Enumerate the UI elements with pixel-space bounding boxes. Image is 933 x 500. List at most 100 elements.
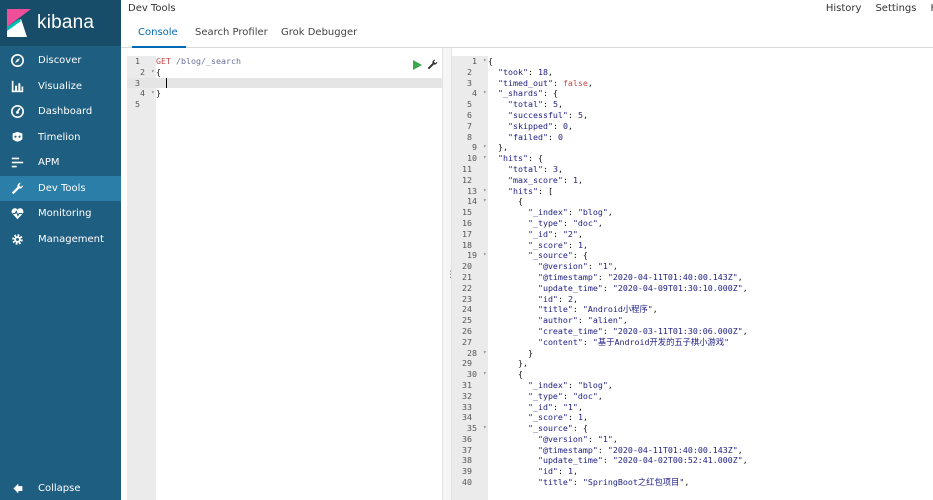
code-token: , [557,99,563,110]
code-token: false [562,77,588,88]
kibana-logo[interactable]: kibana [0,0,121,46]
sidebar-item-discover[interactable]: Discover [0,48,121,74]
tab-search-profiler[interactable]: Search Profiler [195,27,268,38]
code-line: "_id": "2", [488,229,933,240]
sidebar-item-label: Discover [38,55,82,67]
sidebar-item-label: Management [38,233,104,245]
code-token: "基于Android开发的五子棋小游戏" [592,336,730,347]
code-token: , [587,77,593,88]
line-number: 23 [462,293,482,304]
code-token: "doc" [572,217,598,228]
response-viewer[interactable]: 1 ▾ 2 3 4 ▾ 5 6 7 8 9 ▾ 10 ▾ 11 12 13 ▾ 14 ▾ 1… [452,56,933,500]
code-token: "2" [562,228,578,239]
line-number: 40 [462,477,482,488]
code-token: "Android小程序" [582,304,653,315]
code-token: { [156,66,161,77]
sidebar: kibana Discover Visualize Dashboard Time… [0,0,121,500]
tab-grok-debugger[interactable]: Grok Debugger [281,27,357,38]
response-code[interactable]: { "took": 18, "timed_out": false, "_shar… [488,56,933,500]
fold-toggle-icon[interactable]: ▾ [483,348,487,359]
code-line: "create_time": "2020-03-11T01:30:06.000Z… [488,326,933,337]
sidebar-nav: Discover Visualize Dashboard Timelion AP… [0,48,121,252]
fold-toggle-icon[interactable]: ▾ [483,153,487,164]
send-request-icon[interactable] [412,60,422,70]
code-token: "successful" [488,109,568,120]
fold-toggle-icon[interactable]: ▾ [483,196,487,207]
fold-toggle-icon[interactable]: ▾ [483,142,487,153]
code-token: "total" [488,163,543,174]
code-line: "skipped": 0, [488,121,933,132]
line-number: 24 [462,304,482,315]
code-token: GET [156,56,171,66]
code-token: : { [527,153,543,164]
fold-toggle-icon[interactable]: ▾ [483,250,487,261]
tab-console[interactable]: Console [138,27,178,38]
code-token: "failed" [488,131,548,142]
code-token: "_index" [488,379,568,390]
text-cursor [166,78,167,89]
code-token: : [602,325,613,336]
code-token: : [567,207,578,218]
code-line: "successful": 5, [488,110,933,121]
code-token: : [552,77,563,88]
request-options-wrench-icon[interactable] [427,59,438,70]
line-number: 29 [462,358,482,369]
code-token: "_index" [488,207,568,218]
code-token: , [582,239,588,250]
code-token: : [542,163,553,174]
fold-toggle-icon[interactable]: ▾ [483,186,487,197]
line-number: 16 [462,217,482,228]
code-token: "2020-04-02T00:52:41.000Z" [612,455,743,466]
line-number: 13 ▾ [467,185,487,197]
pane-resizer[interactable]: ⋮ [442,48,455,500]
code-token: "id" [488,466,558,477]
request-editor[interactable]: 1 2 ▾ 3 4 ▾ 5 GET /blog/_search{ } [127,56,442,500]
line-number: 2 [467,66,482,77]
line-number: 3 [467,77,482,88]
collapse-button[interactable]: Collapse [11,482,81,495]
fold-toggle-icon[interactable]: ▾ [483,423,487,434]
code-token: { [488,196,523,207]
code-token: "@timestamp" [488,271,598,282]
code-line: "_score": 1, [488,412,933,423]
line-number: 21 [462,271,482,282]
sidebar-item-dashboard[interactable]: Dashboard [0,99,121,125]
sidebar-item-timelion[interactable]: Timelion [0,125,121,151]
code-line: "update_time": "2020-04-02T00:52:41.000Z… [488,455,933,466]
sidebar-item-dev-tools[interactable]: Dev Tools [0,175,121,201]
history-link[interactable]: History [826,3,862,14]
fold-toggle-icon[interactable]: ▾ [483,369,487,380]
code-token: : [547,131,558,142]
code-line: "@version": "1", [488,261,933,272]
code-line: "max_score": 1, [488,175,933,186]
fold-toggle-icon[interactable]: ▾ [483,88,487,99]
code-token: "update_time" [488,282,603,293]
fold-toggle-icon[interactable]: ▾ [483,56,487,67]
sidebar-item-monitoring[interactable]: Monitoring [0,201,121,227]
code-token: , [577,401,583,412]
line-number: 32 [462,390,482,401]
code-token: { [488,369,523,380]
line-number: 39 [462,466,482,477]
code-token: "@version" [488,261,588,272]
code-line: "timed_out": false, [488,78,933,89]
sidebar-item-apm[interactable]: APM [0,150,121,176]
fold-toggle-icon[interactable]: ▾ [151,67,155,78]
sidebar-item-management[interactable]: Management [0,227,121,253]
code-token: : [567,239,578,250]
code-token: "create_time" [488,325,603,336]
code-token: , [567,120,573,131]
code-line: "total": 3, [488,164,933,175]
line-number: 38 [462,455,482,466]
fold-toggle-icon[interactable]: ▾ [151,88,155,99]
brand-name: kibana [37,12,95,33]
line-number: 8 [467,131,482,142]
line-number: 25 [462,315,482,326]
line-number: 1 ▾ [472,56,487,67]
request-code[interactable]: GET /blog/_search{ } [156,56,442,500]
line-number: 36 [462,433,482,444]
sidebar-item-visualize[interactable]: Visualize [0,74,121,100]
code-line: "@timestamp": "2020-04-11T01:40:00.143Z"… [488,272,933,283]
settings-link[interactable]: Settings [875,3,916,14]
code-token: "2020-03-11T01:30:06.000Z" [612,325,743,336]
